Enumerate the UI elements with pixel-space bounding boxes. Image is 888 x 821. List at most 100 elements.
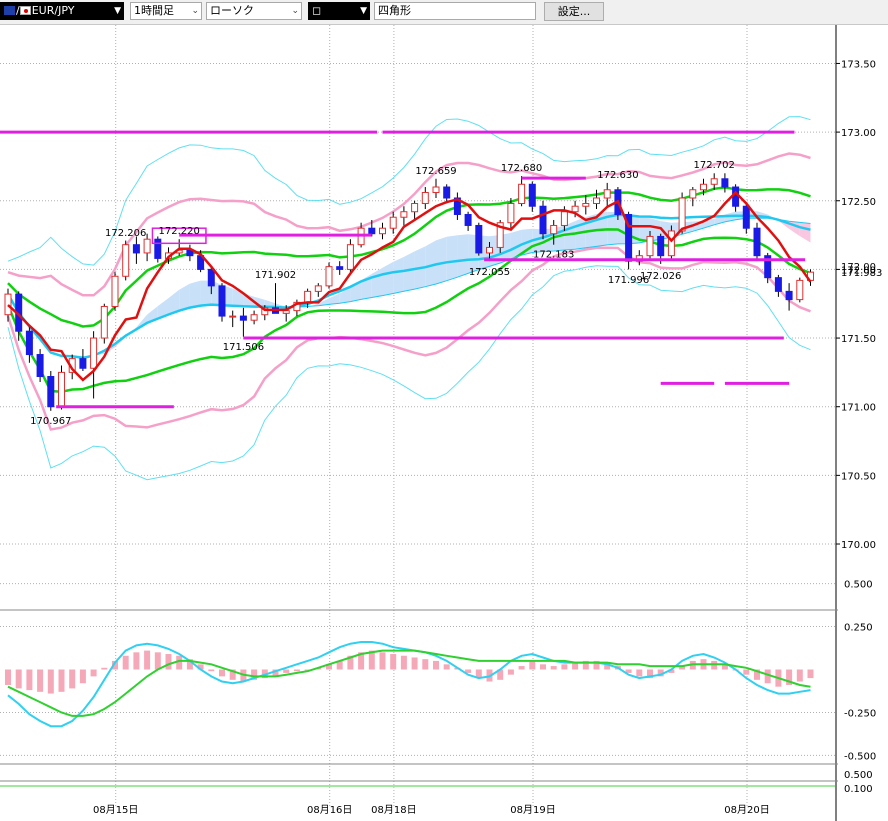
high-low-label: 172.659: [415, 166, 456, 177]
price-chart[interactable]: 170.967 172.206 172.220 171.506 171.902 172.6…: [0, 25, 888, 821]
macd-histogram-bar: [5, 669, 11, 685]
candle-body: [100, 305, 108, 339]
macd-tick-label: 0.250: [844, 623, 873, 634]
macd-histogram-bar: [144, 650, 151, 670]
candle-body: [229, 315, 237, 318]
candle-body: [389, 216, 397, 229]
price-tick-label: 170.50: [841, 471, 876, 482]
candle-body: [518, 183, 526, 204]
high-low-label: 172.702: [694, 160, 735, 171]
settings-button[interactable]: 設定...: [544, 2, 604, 21]
macd-histogram-bar: [561, 664, 568, 670]
toolbar: / EUR/JPY ▼ 1時間足 ⌄ ローソク ⌄ ◻ ▼ 四角形 設定...: [0, 0, 888, 25]
line-color-select[interactable]: ◻ ▼: [308, 2, 370, 20]
macd-histogram-bar: [411, 657, 418, 670]
cloud-segment: [189, 280, 201, 308]
candle-body: [443, 186, 451, 199]
macd-histogram-bar: [743, 669, 750, 675]
cloud-segment: [393, 256, 404, 294]
date-tick-label: 08月18日: [371, 804, 416, 816]
candle-body: [25, 330, 33, 356]
date-tick-label: 08月16日: [307, 804, 352, 816]
high-low-label: 171.902: [255, 270, 296, 281]
symbol-select[interactable]: / EUR/JPY ▼: [0, 2, 124, 20]
macd-histogram-bar: [26, 669, 33, 691]
high-low-label: 172.630: [597, 170, 638, 181]
candle-body: [593, 197, 600, 204]
cloud-segment: [425, 240, 436, 287]
candle-body: [314, 285, 322, 292]
macd-histogram-bar: [133, 652, 140, 670]
candle-body: [122, 244, 130, 277]
candle-body: [207, 268, 215, 287]
price-tick-label: 171.00: [841, 403, 876, 414]
candle-body: [79, 358, 87, 369]
candle-body: [732, 186, 740, 207]
macd-histogram-bar: [507, 669, 514, 675]
macd-histogram-bar: [208, 669, 215, 672]
macd-histogram-bar: [796, 669, 803, 682]
candle-body: [603, 189, 611, 199]
high-low-label: 172.206: [105, 228, 146, 239]
macd-histogram-bar: [47, 669, 54, 694]
macd-tick-label: -0.500: [844, 751, 876, 762]
period-label: 1時間足: [134, 4, 174, 17]
candle-body: [132, 244, 140, 254]
macd-histogram-bar: [293, 669, 300, 672]
candle-body: [325, 266, 333, 287]
macd-histogram-bar: [529, 660, 536, 670]
candle-body: [154, 238, 162, 259]
candle-body: [721, 178, 729, 188]
candle-body: [742, 205, 750, 229]
candle-body: [582, 202, 590, 207]
lower-panel-tick-label: 0.100: [844, 784, 873, 795]
chevron-down-icon: ⌄: [291, 6, 299, 16]
macd-histogram-bar: [69, 669, 76, 689]
cloud-segment: [371, 267, 383, 298]
chart-type-select[interactable]: ローソク ⌄: [206, 2, 302, 20]
candle-body: [571, 205, 579, 213]
macd-histogram-bar: [176, 655, 183, 670]
candle-body: [700, 183, 707, 191]
macd-histogram-bar: [390, 654, 397, 670]
candlesticks: [4, 173, 814, 411]
macd-histogram-bar: [433, 660, 439, 670]
price-tick-label: 170.00: [841, 540, 876, 551]
high-low-label: 172.220: [159, 226, 200, 237]
bollinger-lower-3sigma: [7, 265, 811, 481]
macd-tick-label: -0.250: [844, 708, 876, 719]
candle-body: [36, 354, 44, 378]
macd-histogram-bar: [90, 669, 97, 677]
cloud-segment: [799, 222, 811, 243]
macd-histogram-bar: [37, 669, 44, 692]
period-select[interactable]: 1時間足 ⌄: [130, 2, 202, 20]
macd-histogram-bar: [636, 669, 643, 677]
macd-line: [7, 641, 811, 728]
candle-body: [785, 290, 793, 301]
high-low-label: 170.967: [30, 416, 71, 427]
drawing-shape-field[interactable]: 四角形: [374, 2, 536, 20]
color-swatch-label: ◻: [312, 4, 322, 17]
current-price-label: 171.983: [841, 268, 882, 279]
price-tick-label: 171.50: [841, 334, 876, 345]
candle-body: [667, 230, 675, 257]
high-low-label: 172.026: [640, 271, 681, 282]
candle-body: [379, 227, 386, 235]
candle-body: [421, 192, 429, 204]
high-low-label: 171.506: [223, 342, 264, 353]
candle-body: [304, 290, 312, 303]
macd-histogram-bar: [79, 669, 86, 684]
macd-histogram-bar: [443, 664, 450, 670]
macd-histogram-bar: [807, 669, 814, 679]
macd-histogram-bar: [379, 652, 386, 670]
macd-histogram-bar: [518, 666, 525, 670]
candle-body: [250, 314, 258, 321]
candle-body: [796, 279, 804, 301]
high-low-label: 172.680: [501, 163, 542, 174]
macd-tick-label: 0.500: [844, 580, 873, 591]
macd-histogram-bar: [15, 669, 22, 689]
high-low-label: 172.183: [533, 249, 574, 260]
high-low-label: 172.055: [469, 267, 510, 278]
lower-panel-tick-label: 0.500: [844, 770, 873, 781]
macd-histogram-bar: [58, 669, 65, 692]
